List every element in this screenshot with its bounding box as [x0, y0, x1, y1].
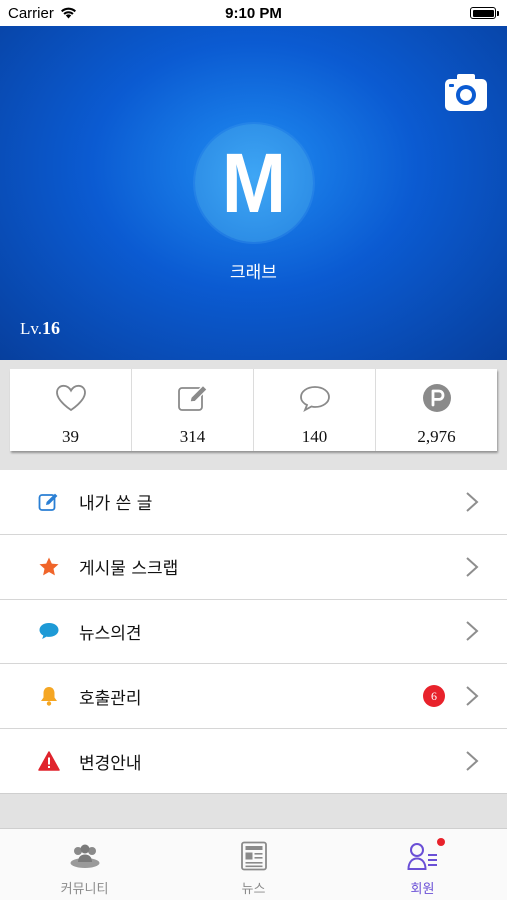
chevron-right-icon — [466, 686, 479, 707]
menu-label-change-notice: 변경안내 — [79, 753, 142, 774]
status-left: Carrier — [8, 5, 77, 22]
point-icon — [422, 384, 451, 412]
chevron-right-icon — [466, 492, 479, 512]
tab-bar: 커뮤니티 뉴스 회원 — [0, 828, 507, 900]
menu-label-scrap: 게시물 스크랩 — [79, 559, 179, 580]
tab-label-news: 뉴스 — [241, 882, 266, 897]
chevron-right-icon — [466, 751, 479, 771]
menu-item-scrap[interactable]: 게시물 스크랩 — [0, 535, 507, 600]
community-icon — [70, 844, 99, 868]
chevron-right-icon — [466, 556, 479, 577]
notification-badge: 6 — [423, 685, 445, 708]
status-bar: Carrier 9:10 PM — [0, 0, 507, 26]
menu-item-call-management[interactable]: 호출관리 6 — [0, 664, 507, 730]
tab-member[interactable]: 회원 — [338, 829, 507, 900]
pencil-square-icon — [38, 493, 58, 511]
profile-header: M 크래브 Lv.16 — [0, 26, 507, 360]
stat-points-value: 2,976 — [417, 427, 456, 446]
level-value: 16 — [42, 318, 61, 338]
avatar[interactable]: M — [195, 124, 313, 242]
menu-label-my-posts: 내가 쓴 글 — [79, 494, 153, 515]
wifi-icon — [60, 7, 76, 19]
tab-label-community: 커뮤니티 — [60, 882, 109, 897]
menu-item-my-posts[interactable]: 내가 쓴 글 — [0, 470, 507, 535]
chevron-right-icon — [466, 621, 479, 642]
stat-points[interactable]: 2,976 — [376, 369, 497, 451]
tab-community[interactable]: 커뮤니티 — [0, 829, 169, 900]
tab-news[interactable]: 뉴스 — [169, 829, 338, 900]
menu-label-call-management: 호출관리 — [79, 688, 142, 709]
stat-comments-value: 140 — [301, 427, 328, 446]
avatar-letter: M — [221, 136, 287, 230]
edit-icon — [177, 384, 208, 411]
battery-icon — [470, 7, 499, 19]
level-prefix: Lv. — [20, 319, 43, 338]
nickname: 크래브 — [230, 263, 277, 283]
stat-likes[interactable]: 39 — [10, 369, 132, 451]
stat-likes-value: 39 — [62, 427, 79, 446]
menu-item-news-opinion[interactable]: 뉴스의견 — [0, 600, 507, 665]
star-icon — [39, 557, 59, 576]
stats-card: 39 314 140 2,976 — [10, 369, 497, 451]
member-icon — [406, 843, 437, 870]
stat-comments[interactable]: 140 — [254, 369, 376, 451]
level-label: Lv.16 — [20, 318, 60, 339]
news-icon — [240, 841, 267, 871]
comment-icon — [299, 386, 330, 412]
heart-icon — [55, 384, 86, 412]
warning-icon — [38, 751, 60, 771]
carrier-label: Carrier — [8, 4, 54, 22]
menu-list: 내가 쓴 글 게시물 스크랩 뉴스의견 호출관리 6 변경안내 — [0, 470, 507, 794]
tab-label-member: 회원 — [410, 882, 435, 897]
menu-item-change-notice[interactable]: 변경안내 — [0, 729, 507, 794]
stat-posts[interactable]: 314 — [132, 369, 254, 451]
notification-dot — [436, 838, 445, 846]
bell-icon — [41, 687, 57, 706]
speech-bubble-icon — [39, 623, 59, 640]
stat-posts-value: 314 — [179, 427, 206, 446]
camera-icon[interactable] — [445, 73, 487, 111]
menu-label-news-opinion: 뉴스의견 — [79, 623, 142, 644]
